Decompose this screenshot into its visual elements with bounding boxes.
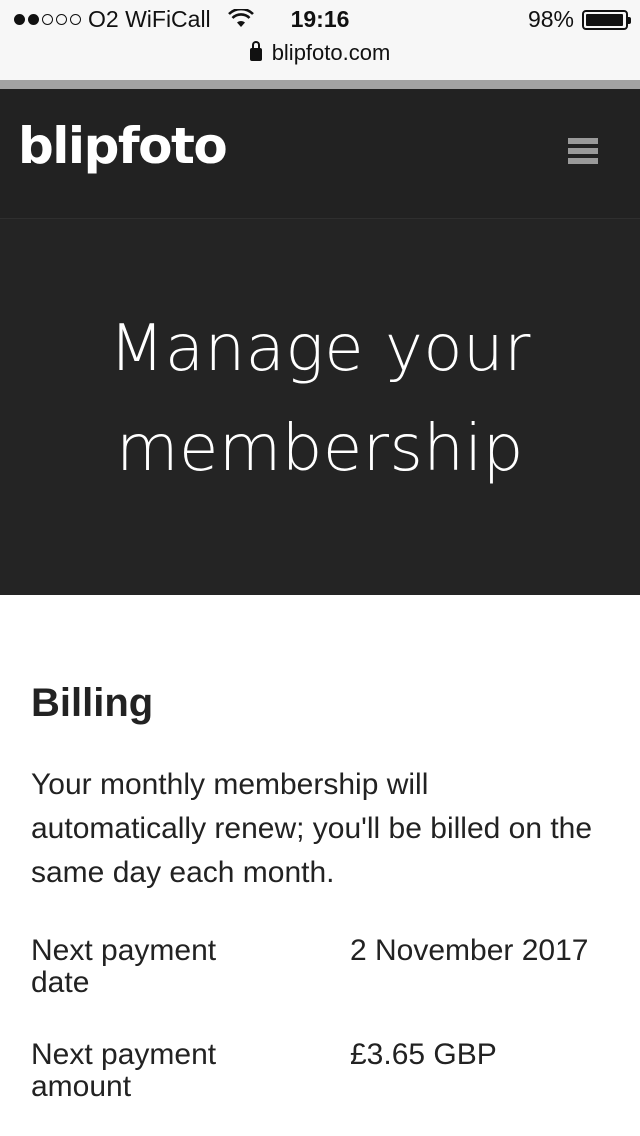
page-title: Manage your membership bbox=[0, 299, 640, 499]
lock-icon bbox=[249, 41, 262, 61]
address-bar[interactable]: blipfoto.com bbox=[0, 40, 640, 66]
battery-level bbox=[586, 14, 624, 26]
site-header: blipfoto bbox=[0, 89, 640, 219]
page-title-line-1: Manage your bbox=[109, 312, 531, 386]
ios-status-bar: O2 WiFiCall 19:16 98% blipfoto.com bbox=[0, 0, 640, 80]
next-payment-date-value: 2 November 2017 bbox=[350, 934, 589, 967]
page-hero: Manage your membership bbox=[0, 219, 640, 595]
billing-heading: Billing bbox=[31, 681, 154, 725]
blipfoto-logo[interactable]: blipfoto bbox=[18, 117, 228, 175]
status-row: O2 WiFiCall 19:16 98% bbox=[0, 6, 640, 36]
toolbar-divider bbox=[0, 80, 640, 89]
page-title-line-2: membership bbox=[116, 412, 524, 486]
hamburger-menu-icon[interactable] bbox=[568, 136, 598, 166]
billing-description: Your monthly membership will automatical… bbox=[31, 768, 593, 889]
battery-percentage: 98% bbox=[527, 6, 574, 32]
battery-icon bbox=[582, 10, 631, 30]
next-payment-date-label: Next payment date bbox=[31, 934, 217, 999]
url-text: blipfoto.com bbox=[271, 40, 391, 65]
next-payment-amount-value: £3.65 GBP bbox=[350, 1038, 497, 1071]
next-payment-amount-label: Next payment amount bbox=[31, 1038, 217, 1103]
